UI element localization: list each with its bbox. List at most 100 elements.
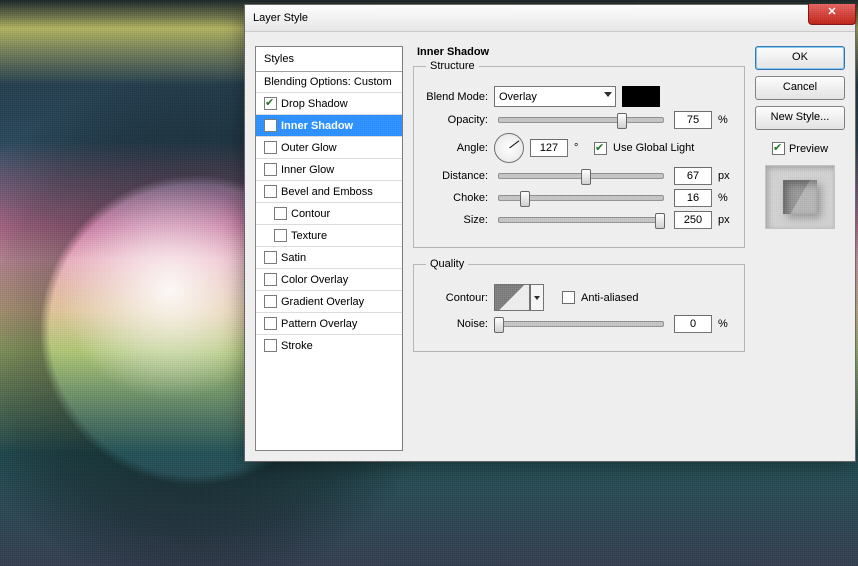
noise-label: Noise: — [426, 318, 488, 330]
style-label: Outer Glow — [281, 142, 337, 154]
style-label: Texture — [291, 230, 327, 242]
style-row-bevel-emboss[interactable]: Bevel and Emboss — [256, 181, 402, 203]
preview-sample-icon — [783, 180, 817, 214]
parameters-panel: Inner Shadow Structure Blend Mode: Overl… — [413, 46, 745, 451]
style-label: Inner Glow — [281, 164, 334, 176]
right-button-column: OK Cancel New Style... Preview — [755, 46, 845, 451]
style-label: Bevel and Emboss — [281, 186, 373, 198]
checkbox-contour[interactable] — [274, 207, 287, 220]
canvas-background: Layer Style ✕ Styles Blending Options: C… — [0, 0, 858, 566]
quality-legend: Quality — [426, 258, 468, 270]
angle-dial[interactable] — [494, 133, 524, 163]
contour-picker[interactable] — [494, 284, 544, 311]
style-label: Gradient Overlay — [281, 296, 364, 308]
preview-thumbnail — [765, 165, 835, 229]
opacity-input[interactable]: 75 — [674, 111, 712, 129]
style-label: Pattern Overlay — [281, 318, 357, 330]
checkbox-outer-glow[interactable] — [264, 141, 277, 154]
checkbox-gradient-overlay[interactable] — [264, 295, 277, 308]
checkbox-satin[interactable] — [264, 251, 277, 264]
shadow-color-swatch[interactable] — [622, 86, 660, 107]
contour-preview-icon — [494, 284, 530, 311]
size-slider[interactable] — [498, 217, 664, 223]
cancel-button[interactable]: Cancel — [755, 76, 845, 100]
noise-slider[interactable] — [498, 321, 664, 327]
distance-unit: px — [718, 170, 732, 182]
anti-aliased-checkbox[interactable] — [562, 291, 575, 304]
global-light-checkbox[interactable] — [594, 142, 607, 155]
opacity-unit: % — [718, 114, 732, 126]
opacity-slider[interactable] — [498, 117, 664, 123]
panel-title: Inner Shadow — [417, 46, 745, 58]
choke-slider[interactable] — [498, 195, 664, 201]
preview-checkbox[interactable] — [772, 142, 785, 155]
slider-thumb[interactable] — [581, 169, 591, 185]
new-style-button[interactable]: New Style... — [755, 106, 845, 130]
dial-hand — [509, 140, 519, 148]
close-icon: ✕ — [827, 6, 836, 18]
chevron-down-icon[interactable] — [530, 284, 544, 311]
distance-slider[interactable] — [498, 173, 664, 179]
choke-label: Choke: — [426, 192, 488, 204]
chevron-down-icon — [604, 92, 612, 97]
opacity-label: Opacity: — [426, 114, 488, 126]
styles-header[interactable]: Styles — [256, 47, 402, 72]
noise-unit: % — [718, 318, 732, 330]
style-label: Inner Shadow — [281, 120, 353, 132]
checkbox-texture[interactable] — [274, 229, 287, 242]
style-label: Color Overlay — [281, 274, 348, 286]
slider-thumb[interactable] — [494, 317, 504, 333]
angle-label: Angle: — [426, 142, 488, 154]
blending-options-row[interactable]: Blending Options: Custom — [256, 72, 402, 93]
style-row-gradient-overlay[interactable]: Gradient Overlay — [256, 291, 402, 313]
checkbox-inner-glow[interactable] — [264, 163, 277, 176]
style-row-color-overlay[interactable]: Color Overlay — [256, 269, 402, 291]
slider-thumb[interactable] — [655, 213, 665, 229]
distance-label: Distance: — [426, 170, 488, 182]
ok-button[interactable]: OK — [755, 46, 845, 70]
choke-input[interactable]: 16 — [674, 189, 712, 207]
structure-group: Structure Blend Mode: Overlay Opacity: — [413, 60, 745, 248]
style-row-outer-glow[interactable]: Outer Glow — [256, 137, 402, 159]
global-light-label: Use Global Light — [613, 142, 694, 154]
blend-mode-select[interactable]: Overlay — [494, 86, 616, 107]
checkbox-inner-shadow[interactable] — [264, 119, 277, 132]
checkbox-drop-shadow[interactable] — [264, 97, 277, 110]
distance-input[interactable]: 67 — [674, 167, 712, 185]
slider-thumb[interactable] — [617, 113, 627, 129]
checkbox-bevel-emboss[interactable] — [264, 185, 277, 198]
window-title: Layer Style — [253, 12, 308, 24]
style-row-inner-glow[interactable]: Inner Glow — [256, 159, 402, 181]
style-row-inner-shadow[interactable]: Inner Shadow — [256, 115, 402, 137]
checkbox-color-overlay[interactable] — [264, 273, 277, 286]
contour-label: Contour: — [426, 292, 488, 304]
angle-input[interactable]: 127 — [530, 139, 568, 157]
close-button[interactable]: ✕ — [808, 4, 856, 25]
quality-group: Quality Contour: Anti-aliased Noise: — [413, 258, 745, 352]
anti-aliased-label: Anti-aliased — [581, 292, 638, 304]
style-row-pattern-overlay[interactable]: Pattern Overlay — [256, 313, 402, 335]
styles-list-panel: Styles Blending Options: Custom Drop Sha… — [255, 46, 403, 451]
noise-input[interactable]: 0 — [674, 315, 712, 333]
checkbox-pattern-overlay[interactable] — [264, 317, 277, 330]
size-unit: px — [718, 214, 732, 226]
size-label: Size: — [426, 214, 488, 226]
style-row-drop-shadow[interactable]: Drop Shadow — [256, 93, 402, 115]
style-row-texture[interactable]: Texture — [256, 225, 402, 247]
checkbox-stroke[interactable] — [264, 339, 277, 352]
layer-style-dialog: Layer Style ✕ Styles Blending Options: C… — [244, 4, 856, 462]
structure-legend: Structure — [426, 60, 479, 72]
style-label: Drop Shadow — [281, 98, 348, 110]
titlebar[interactable]: Layer Style ✕ — [245, 5, 855, 32]
style-label: Stroke — [281, 340, 313, 352]
angle-unit: ° — [574, 142, 588, 154]
style-label: Contour — [291, 208, 330, 220]
style-row-satin[interactable]: Satin — [256, 247, 402, 269]
blend-mode-label: Blend Mode: — [426, 91, 488, 103]
size-input[interactable]: 250 — [674, 211, 712, 229]
style-row-stroke[interactable]: Stroke — [256, 335, 402, 356]
slider-thumb[interactable] — [520, 191, 530, 207]
style-row-contour[interactable]: Contour — [256, 203, 402, 225]
blend-mode-value: Overlay — [499, 91, 537, 103]
preview-label: Preview — [789, 143, 828, 155]
